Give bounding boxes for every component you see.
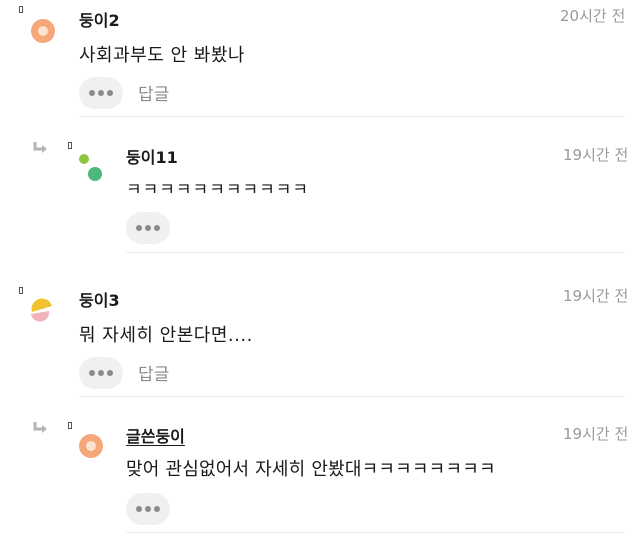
comment-item: 둥이3 19시간 전 뭐 자세히 안본다면.... 답글 bbox=[0, 254, 640, 397]
comment-nickname[interactable]: 둥이11 bbox=[126, 144, 178, 168]
more-dots-icon bbox=[89, 370, 95, 376]
reply-item: 둥이11 19시간 전 ㅋㅋㅋㅋㅋㅋㅋㅋㅋㅋㅋ bbox=[0, 117, 640, 254]
reply-button[interactable]: 답글 bbox=[138, 360, 169, 385]
reply-arrow-icon bbox=[33, 142, 47, 153]
flag-icon[interactable] bbox=[19, 287, 23, 294]
more-button[interactable] bbox=[79, 357, 123, 389]
reply-item: 글쓴둥이 19시간 전 맞어 관심없어서 자세히 안봤대ㅋㅋㅋㅋㅋㅋㅋㅋ bbox=[0, 397, 640, 537]
more-dots-icon bbox=[136, 225, 142, 231]
comment-nickname[interactable]: 둥이2 bbox=[79, 7, 120, 31]
more-button[interactable] bbox=[126, 212, 170, 244]
more-button[interactable] bbox=[126, 493, 170, 525]
comment-time: 19시간 전 bbox=[563, 425, 629, 443]
comment-nickname[interactable]: 둥이3 bbox=[79, 287, 120, 311]
avatar[interactable] bbox=[78, 433, 104, 459]
comment-text: 맞어 관심없어서 자세히 안봤대ㅋㅋㅋㅋㅋㅋㅋㅋ bbox=[126, 459, 496, 480]
comment-text: 사회과부도 안 봐봤나 bbox=[79, 45, 245, 66]
more-dots-icon bbox=[136, 506, 142, 512]
reply-button[interactable]: 답글 bbox=[138, 80, 169, 105]
avatar[interactable] bbox=[30, 18, 56, 44]
flag-icon[interactable] bbox=[68, 422, 72, 429]
divider bbox=[126, 252, 625, 253]
comment-nickname[interactable]: 글쓴둥이 bbox=[126, 423, 185, 447]
comment-text: 뭐 자세히 안본다면.... bbox=[79, 325, 253, 346]
avatar[interactable] bbox=[76, 150, 106, 182]
comment-item: 둥이2 20시간 전 사회과부도 안 봐봤나 답글 bbox=[0, 0, 640, 117]
comment-time: 20시간 전 bbox=[560, 7, 626, 25]
reply-arrow-icon bbox=[33, 422, 47, 433]
comment-text: ㅋㅋㅋㅋㅋㅋㅋㅋㅋㅋㅋ bbox=[126, 180, 310, 200]
comment-time: 19시간 전 bbox=[563, 146, 629, 164]
avatar[interactable] bbox=[27, 295, 57, 327]
divider bbox=[126, 532, 625, 533]
flag-icon[interactable] bbox=[68, 142, 72, 149]
flag-icon[interactable] bbox=[19, 6, 23, 13]
more-dots-icon bbox=[89, 90, 95, 96]
comment-time: 19시간 전 bbox=[563, 287, 629, 305]
more-button[interactable] bbox=[79, 77, 123, 109]
